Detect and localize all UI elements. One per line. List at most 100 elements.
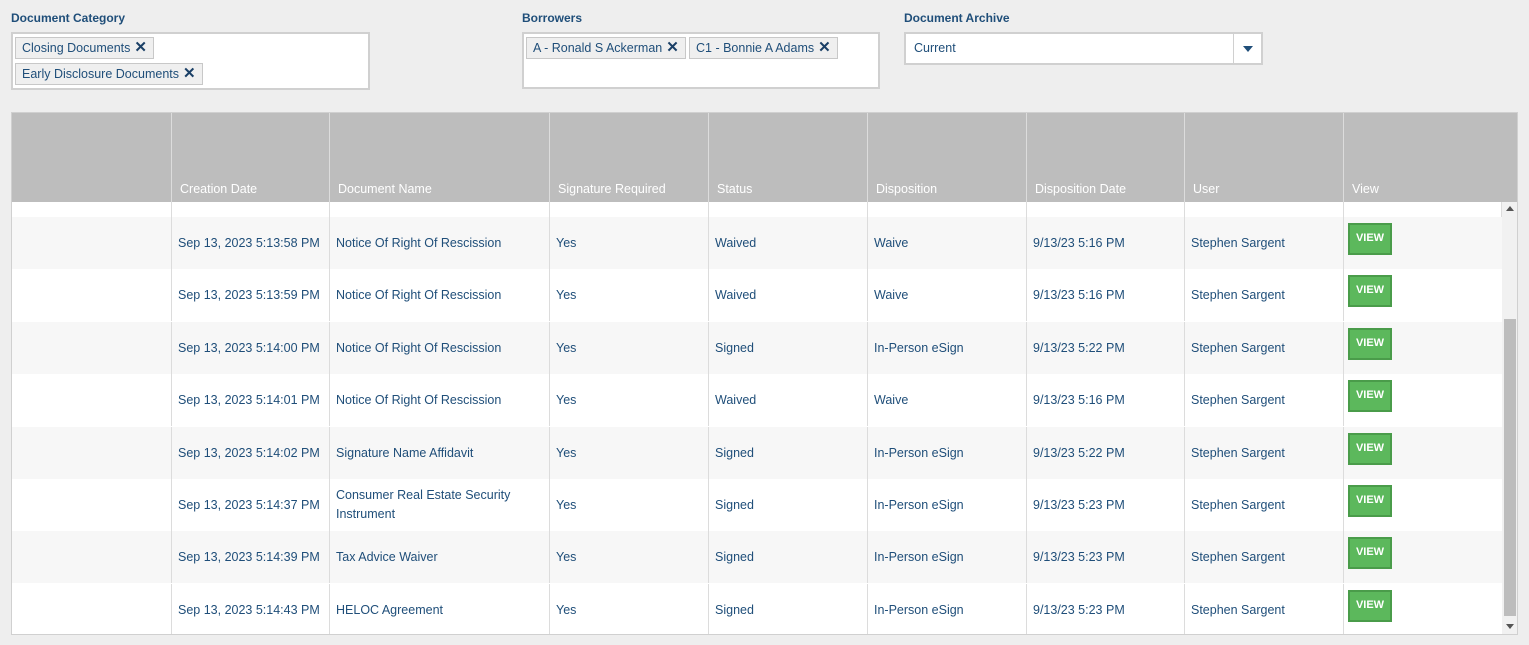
status-cell: Waived <box>709 269 868 321</box>
creation-date-text: Sep 13, 2023 5:13:58 PM <box>178 235 320 250</box>
disposition-cell: Waive <box>868 269 1027 321</box>
scroll-down-arrow-icon[interactable] <box>1506 624 1514 629</box>
table-row[interactable]: Sep 13, 2023 5:14:43 PM HELOC Agreement Ye… <box>12 584 1502 634</box>
view-button[interactable]: VIEW <box>1348 223 1392 255</box>
dropdown-arrow-button[interactable] <box>1233 34 1261 63</box>
view-cell: VIEW <box>1344 584 1502 634</box>
column-header-creation-date[interactable]: Creation Date <box>172 113 330 202</box>
disposition-date-cell: 9/13/23 5:23 PM <box>1027 479 1185 531</box>
row-select-cell <box>12 202 172 217</box>
borrower-tag: C1 - Bonnie A Adams ✕ <box>689 37 838 59</box>
signature-required-cell: Yes <box>550 217 709 269</box>
signature-required-cell: Yes <box>550 269 709 321</box>
status-cell: Signed <box>709 479 868 531</box>
disposition-text: In-Person eSign <box>874 340 964 355</box>
row-select-cell <box>12 479 172 531</box>
column-header-view[interactable]: View <box>1344 113 1504 202</box>
disposition-date-cell: 9/13/23 5:23 PM <box>1027 531 1185 583</box>
status-text: Signed <box>715 549 754 564</box>
column-header-select[interactable] <box>12 113 172 202</box>
user-text: Stephen Sargent <box>1191 445 1285 460</box>
user-cell: Stephen Sargent <box>1185 374 1344 426</box>
view-button[interactable]: VIEW <box>1348 590 1392 622</box>
row-select-cell <box>12 269 172 321</box>
creation-date-cell <box>172 202 330 217</box>
column-header-disposition[interactable]: Disposition <box>868 113 1027 202</box>
column-header-status[interactable]: Status <box>709 113 868 202</box>
view-button[interactable]: VIEW <box>1348 328 1392 360</box>
table-row[interactable]: Sep 13, 2023 5:14:39 PM Tax Advice Waiver… <box>12 531 1502 583</box>
creation-date-cell: Sep 13, 2023 5:14:39 PM <box>172 531 330 583</box>
document-archive-select[interactable]: Current <box>904 32 1263 65</box>
table-row[interactable]: Sep 13, 2023 5:14:00 PM Notice Of Right O… <box>12 322 1502 374</box>
view-cell: VIEW <box>1344 479 1502 531</box>
table-row[interactable]: Sep 13, 2023 5:13:58 PM Notice Of Right O… <box>12 217 1502 269</box>
disposition-date-text: 9/13/23 5:16 PM <box>1033 287 1125 302</box>
disposition-date-text: 9/13/23 5:16 PM <box>1033 392 1125 407</box>
column-header-signature-required[interactable]: Signature Required <box>550 113 709 202</box>
disposition-text: In-Person eSign <box>874 549 964 564</box>
grid-header: Creation Date Document Name Signature Re… <box>12 113 1504 202</box>
table-row[interactable]: Sep 13, 2023 5:14:02 PM Signature Name Af… <box>12 427 1502 479</box>
disposition-text: Waive <box>874 287 909 302</box>
disposition-date-text: 9/13/23 5:22 PM <box>1033 340 1125 355</box>
signature-required-cell: Yes <box>550 322 709 374</box>
documents-grid: Creation Date Document Name Signature Re… <box>11 112 1518 635</box>
grid-vertical-scrollbar[interactable] <box>1502 202 1517 634</box>
scroll-thumb[interactable] <box>1504 319 1516 616</box>
remove-tag-icon[interactable]: ✕ <box>183 65 196 82</box>
view-button[interactable]: VIEW <box>1348 485 1392 517</box>
table-row[interactable]: Sep 13, 2023 5:13:59 PM Notice Of Right O… <box>12 269 1502 321</box>
signature-required-text: Yes <box>556 445 577 460</box>
category-tag: Early Disclosure Documents ✕ <box>15 63 203 85</box>
user-text: Stephen Sargent <box>1191 340 1285 355</box>
table-row[interactable]: Sep 13, 2023 5:14:37 PM Consumer Real Est… <box>12 479 1502 531</box>
table-row[interactable]: Sep 13, 2023 5:14:01 PM Notice Of Right O… <box>12 374 1502 426</box>
disposition-text: In-Person eSign <box>874 497 964 512</box>
document-archive-label: Document Archive <box>904 11 1010 25</box>
signature-required-text: Yes <box>556 602 577 617</box>
view-button[interactable]: VIEW <box>1348 537 1392 569</box>
category-tag-label: Early Disclosure Documents <box>22 67 179 81</box>
column-header-document-name[interactable]: Document Name <box>330 113 550 202</box>
signature-required-text: Yes <box>556 497 577 512</box>
view-button[interactable]: VIEW <box>1348 433 1392 465</box>
borrowers-multiselect[interactable]: A - Ronald S Ackerman ✕ C1 - Bonnie A Ada… <box>522 32 880 89</box>
creation-date-text: Sep 13, 2023 5:14:37 PM <box>178 497 320 512</box>
status-cell: Waived <box>709 374 868 426</box>
disposition-cell: In-Person eSign <box>868 531 1027 583</box>
table-row <box>12 202 1502 217</box>
remove-tag-icon[interactable]: ✕ <box>666 39 679 56</box>
document-archive-value: Current <box>914 41 956 55</box>
disposition-date-text: 9/13/23 5:23 PM <box>1033 602 1125 617</box>
disposition-cell: In-Person eSign <box>868 322 1027 374</box>
disposition-date-cell <box>1027 202 1185 217</box>
status-cell: Signed <box>709 584 868 634</box>
signature-required-cell <box>550 202 709 217</box>
view-cell <box>1344 202 1502 217</box>
view-button[interactable]: VIEW <box>1348 380 1392 412</box>
disposition-date-cell: 9/13/23 5:23 PM <box>1027 584 1185 634</box>
signature-required-cell: Yes <box>550 374 709 426</box>
view-cell: VIEW <box>1344 217 1502 269</box>
remove-tag-icon[interactable]: ✕ <box>134 39 147 56</box>
remove-tag-icon[interactable]: ✕ <box>818 39 831 56</box>
scroll-up-arrow-icon[interactable] <box>1506 206 1514 211</box>
document-name-cell: HELOC Agreement <box>330 584 550 634</box>
disposition-date-cell: 9/13/23 5:16 PM <box>1027 374 1185 426</box>
column-header-disposition-date[interactable]: Disposition Date <box>1027 113 1185 202</box>
document-name-text: Signature Name Affidavit <box>336 445 474 460</box>
disposition-cell: In-Person eSign <box>868 479 1027 531</box>
borrowers-label: Borrowers <box>522 11 583 25</box>
document-name-cell: Notice Of Right Of Rescission <box>330 322 550 374</box>
document-name-cell: Signature Name Affidavit <box>330 427 550 479</box>
view-button[interactable]: VIEW <box>1348 275 1392 307</box>
document-category-multiselect[interactable]: Closing Documents ✕ Early Disclosure Docu… <box>11 32 370 90</box>
column-header-user[interactable]: User <box>1185 113 1344 202</box>
disposition-date-text: 9/13/23 5:22 PM <box>1033 445 1125 460</box>
grid-body: Sep 13, 2023 5:13:58 PM Notice Of Right O… <box>12 202 1502 634</box>
signature-required-cell: Yes <box>550 427 709 479</box>
user-text: Stephen Sargent <box>1191 392 1285 407</box>
signature-required-text: Yes <box>556 392 577 407</box>
status-text: Signed <box>715 497 754 512</box>
